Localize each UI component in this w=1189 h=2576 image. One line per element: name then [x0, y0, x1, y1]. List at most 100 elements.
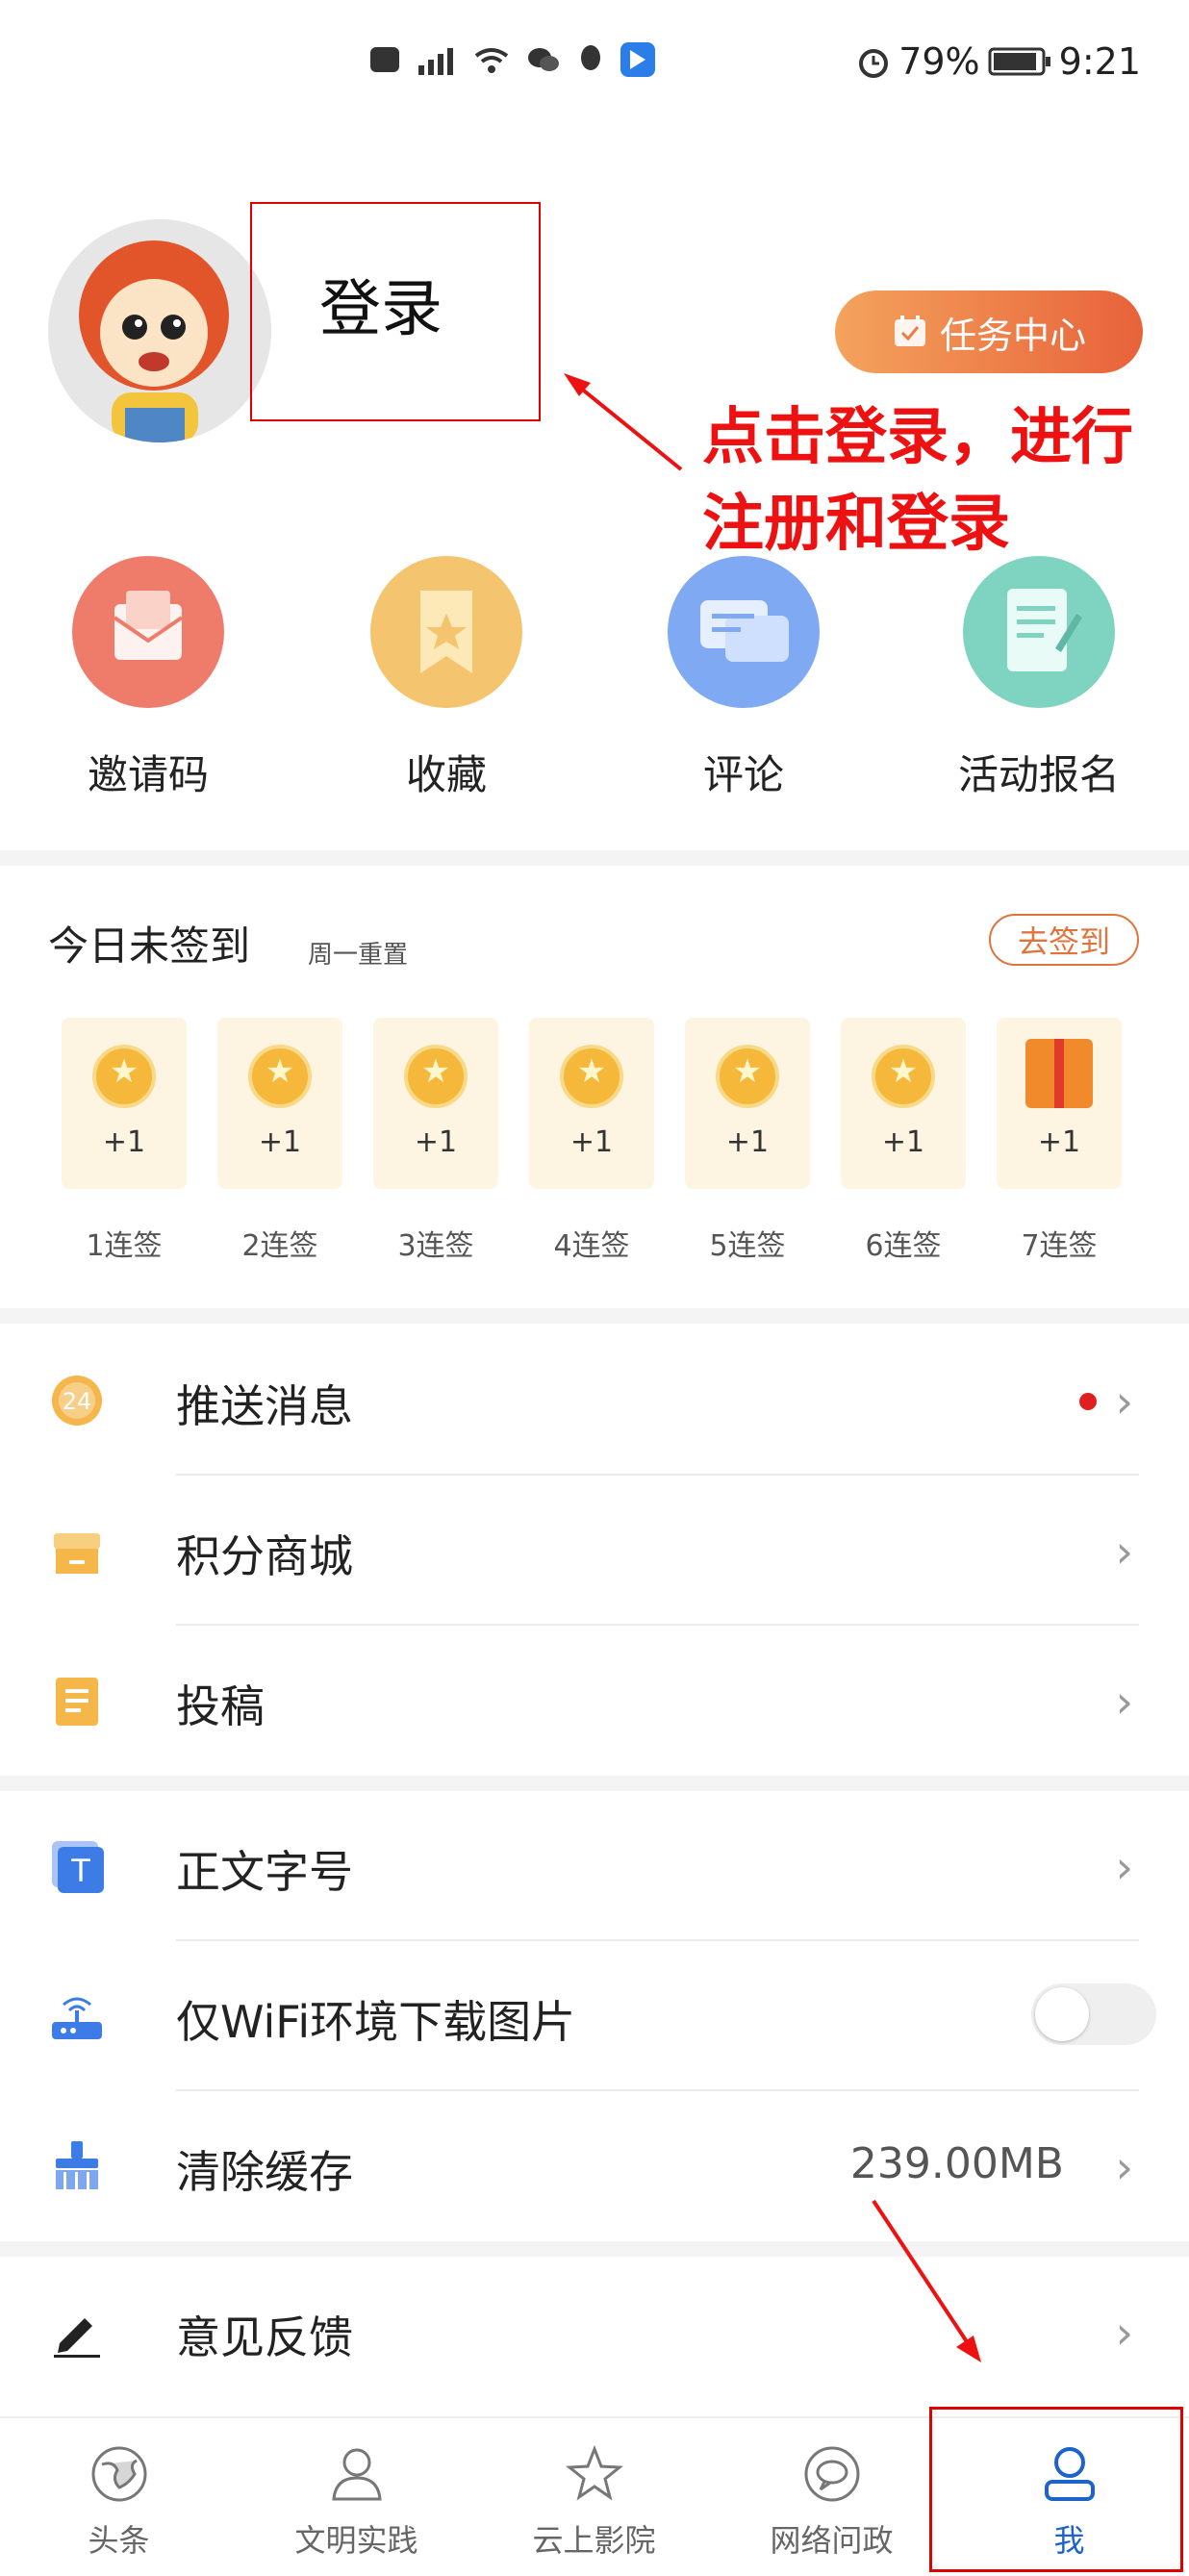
star-icon — [565, 2445, 623, 2503]
menu-label: 正文字号 — [176, 1846, 353, 1898]
nav-me-highlight-box — [929, 2407, 1183, 2572]
favorites-button[interactable]: 收藏 — [350, 556, 543, 801]
calendar-icon — [892, 314, 928, 350]
task-center-button[interactable]: 任务中心 — [835, 290, 1143, 373]
svg-text:24: 24 — [63, 1388, 92, 1415]
nav-civilization-practice[interactable]: 文明实践 — [238, 2418, 475, 2576]
menu-push-messages[interactable]: 24 推送消息 › — [0, 1326, 1189, 1476]
coin-icon — [92, 1045, 156, 1108]
hd-icon — [370, 47, 399, 72]
signin-day-1: +1 — [62, 1018, 187, 1189]
favorites-label: 收藏 — [405, 751, 487, 798]
menu-feedback[interactable]: 意见反馈 › — [0, 2257, 1189, 2407]
section-divider — [0, 1776, 1189, 1791]
battery-percent: 79% — [898, 40, 980, 83]
signin-reset-note: 周一重置 — [308, 941, 409, 970]
comments-button[interactable]: 评论 — [647, 556, 840, 801]
signin-day-label: 7连签 — [1021, 1229, 1098, 1263]
chevron-right-icon: › — [1115, 1676, 1133, 1728]
menu-points-mall[interactable]: 积分商城 › — [0, 1476, 1189, 1626]
day-reward: +1 — [569, 1125, 614, 1159]
day-reward: +1 — [881, 1125, 925, 1159]
annotation-arrow-up — [564, 373, 683, 471]
login-annotation: 点击登录，进行 注册和登录 — [702, 394, 1133, 568]
app-icon — [620, 42, 655, 77]
document-icon — [50, 1674, 104, 1728]
annotation-line-2: 注册和登录 — [702, 489, 1010, 560]
invite-code-button[interactable]: 邀请码 — [52, 556, 244, 801]
font-size-icon: T — [50, 1839, 104, 1893]
signin-day-label: 1连签 — [86, 1229, 163, 1263]
signin-day-3: +1 — [373, 1018, 498, 1189]
status-bar: 79% 9:21 — [0, 0, 1189, 135]
4g-signal-icon — [415, 44, 457, 75]
day-reward: +1 — [1037, 1125, 1081, 1159]
nav-label: 文明实践 — [294, 2522, 418, 2559]
chevron-right-icon: › — [1115, 2141, 1133, 2193]
chevron-right-icon: › — [1115, 1526, 1133, 1578]
annotation-line-1: 点击登录，进行 — [702, 402, 1133, 473]
invite-code-label: 邀请码 — [87, 751, 209, 798]
status-left-icons — [370, 42, 655, 77]
menu-label: 意见反馈 — [176, 2311, 353, 2363]
lion-mascot-icon — [48, 219, 271, 442]
chevron-right-icon: › — [1115, 1376, 1133, 1427]
signin-day-label: 2连签 — [241, 1229, 318, 1263]
signup-form-icon — [963, 556, 1115, 708]
chat-bubble-icon — [803, 2445, 861, 2503]
menu-submit-article[interactable]: 投稿 › — [0, 1626, 1189, 1776]
event-signup-button[interactable]: 活动报名 — [943, 556, 1135, 801]
coin-icon — [248, 1045, 312, 1108]
broom-icon — [50, 2139, 104, 2193]
pen-icon — [50, 2305, 104, 2359]
menu-label: 积分商城 — [176, 1530, 353, 1582]
bookmark-icon — [370, 556, 522, 708]
alarm-icon — [856, 44, 891, 79]
wifi-icon — [472, 44, 511, 75]
menu-clear-cache[interactable]: 清除缓存 239.00MB › — [0, 2091, 1189, 2241]
comments-label: 评论 — [702, 751, 784, 798]
person-icon — [328, 2445, 386, 2503]
gift-icon — [1025, 1039, 1093, 1108]
clock-24-icon: 24 — [50, 1374, 104, 1427]
qq-icon — [576, 44, 605, 75]
signin-day-7: +1 — [997, 1018, 1122, 1189]
wifi-only-toggle[interactable] — [1031, 1983, 1156, 2045]
chevron-right-icon: › — [1115, 1841, 1133, 1893]
signin-day-label: 5连签 — [709, 1229, 786, 1263]
menu-font-size[interactable]: T 正文字号 › — [0, 1791, 1189, 1941]
menu-label: 仅WiFi环境下载图片 — [176, 1996, 576, 2048]
nav-online-inquiry[interactable]: 网络问政 — [713, 2418, 950, 2576]
signin-button[interactable]: 去签到 — [989, 914, 1139, 966]
signin-day-4: +1 — [529, 1018, 654, 1189]
task-center-label: 任务中心 — [939, 314, 1086, 357]
annotation-arrow-down — [872, 2199, 981, 2362]
signin-title: 今日未签到 — [48, 922, 251, 970]
shop-icon — [50, 1524, 104, 1578]
signin-day-6: +1 — [841, 1018, 966, 1189]
event-signup-label: 活动报名 — [957, 751, 1120, 798]
invite-envelope-icon — [72, 556, 224, 708]
section-divider — [0, 2241, 1189, 2257]
coin-icon — [404, 1045, 468, 1108]
signin-day-2: +1 — [217, 1018, 342, 1189]
nav-label: 云上影院 — [532, 2522, 656, 2559]
cache-size: 239.00MB — [849, 2139, 1064, 2188]
section-divider — [0, 1308, 1189, 1324]
router-icon — [50, 1989, 104, 2043]
signin-day-label: 4连签 — [553, 1229, 630, 1263]
status-right: 79% 9:21 — [856, 40, 1141, 83]
nav-headlines[interactable]: 头条 — [0, 2418, 238, 2576]
coin-icon — [872, 1045, 935, 1108]
login-button[interactable]: 登录 — [319, 260, 443, 348]
nav-cloud-cinema[interactable]: 云上影院 — [475, 2418, 713, 2576]
wechat-icon — [526, 44, 561, 75]
day-reward: +1 — [258, 1125, 302, 1159]
coin-icon — [560, 1045, 623, 1108]
menu-label: 投稿 — [176, 1680, 265, 1732]
day-reward: +1 — [725, 1125, 770, 1159]
battery-icon — [988, 45, 1051, 78]
clock-time: 9:21 — [1058, 40, 1141, 83]
avatar[interactable] — [48, 219, 271, 442]
nav-label: 头条 — [88, 2522, 150, 2559]
